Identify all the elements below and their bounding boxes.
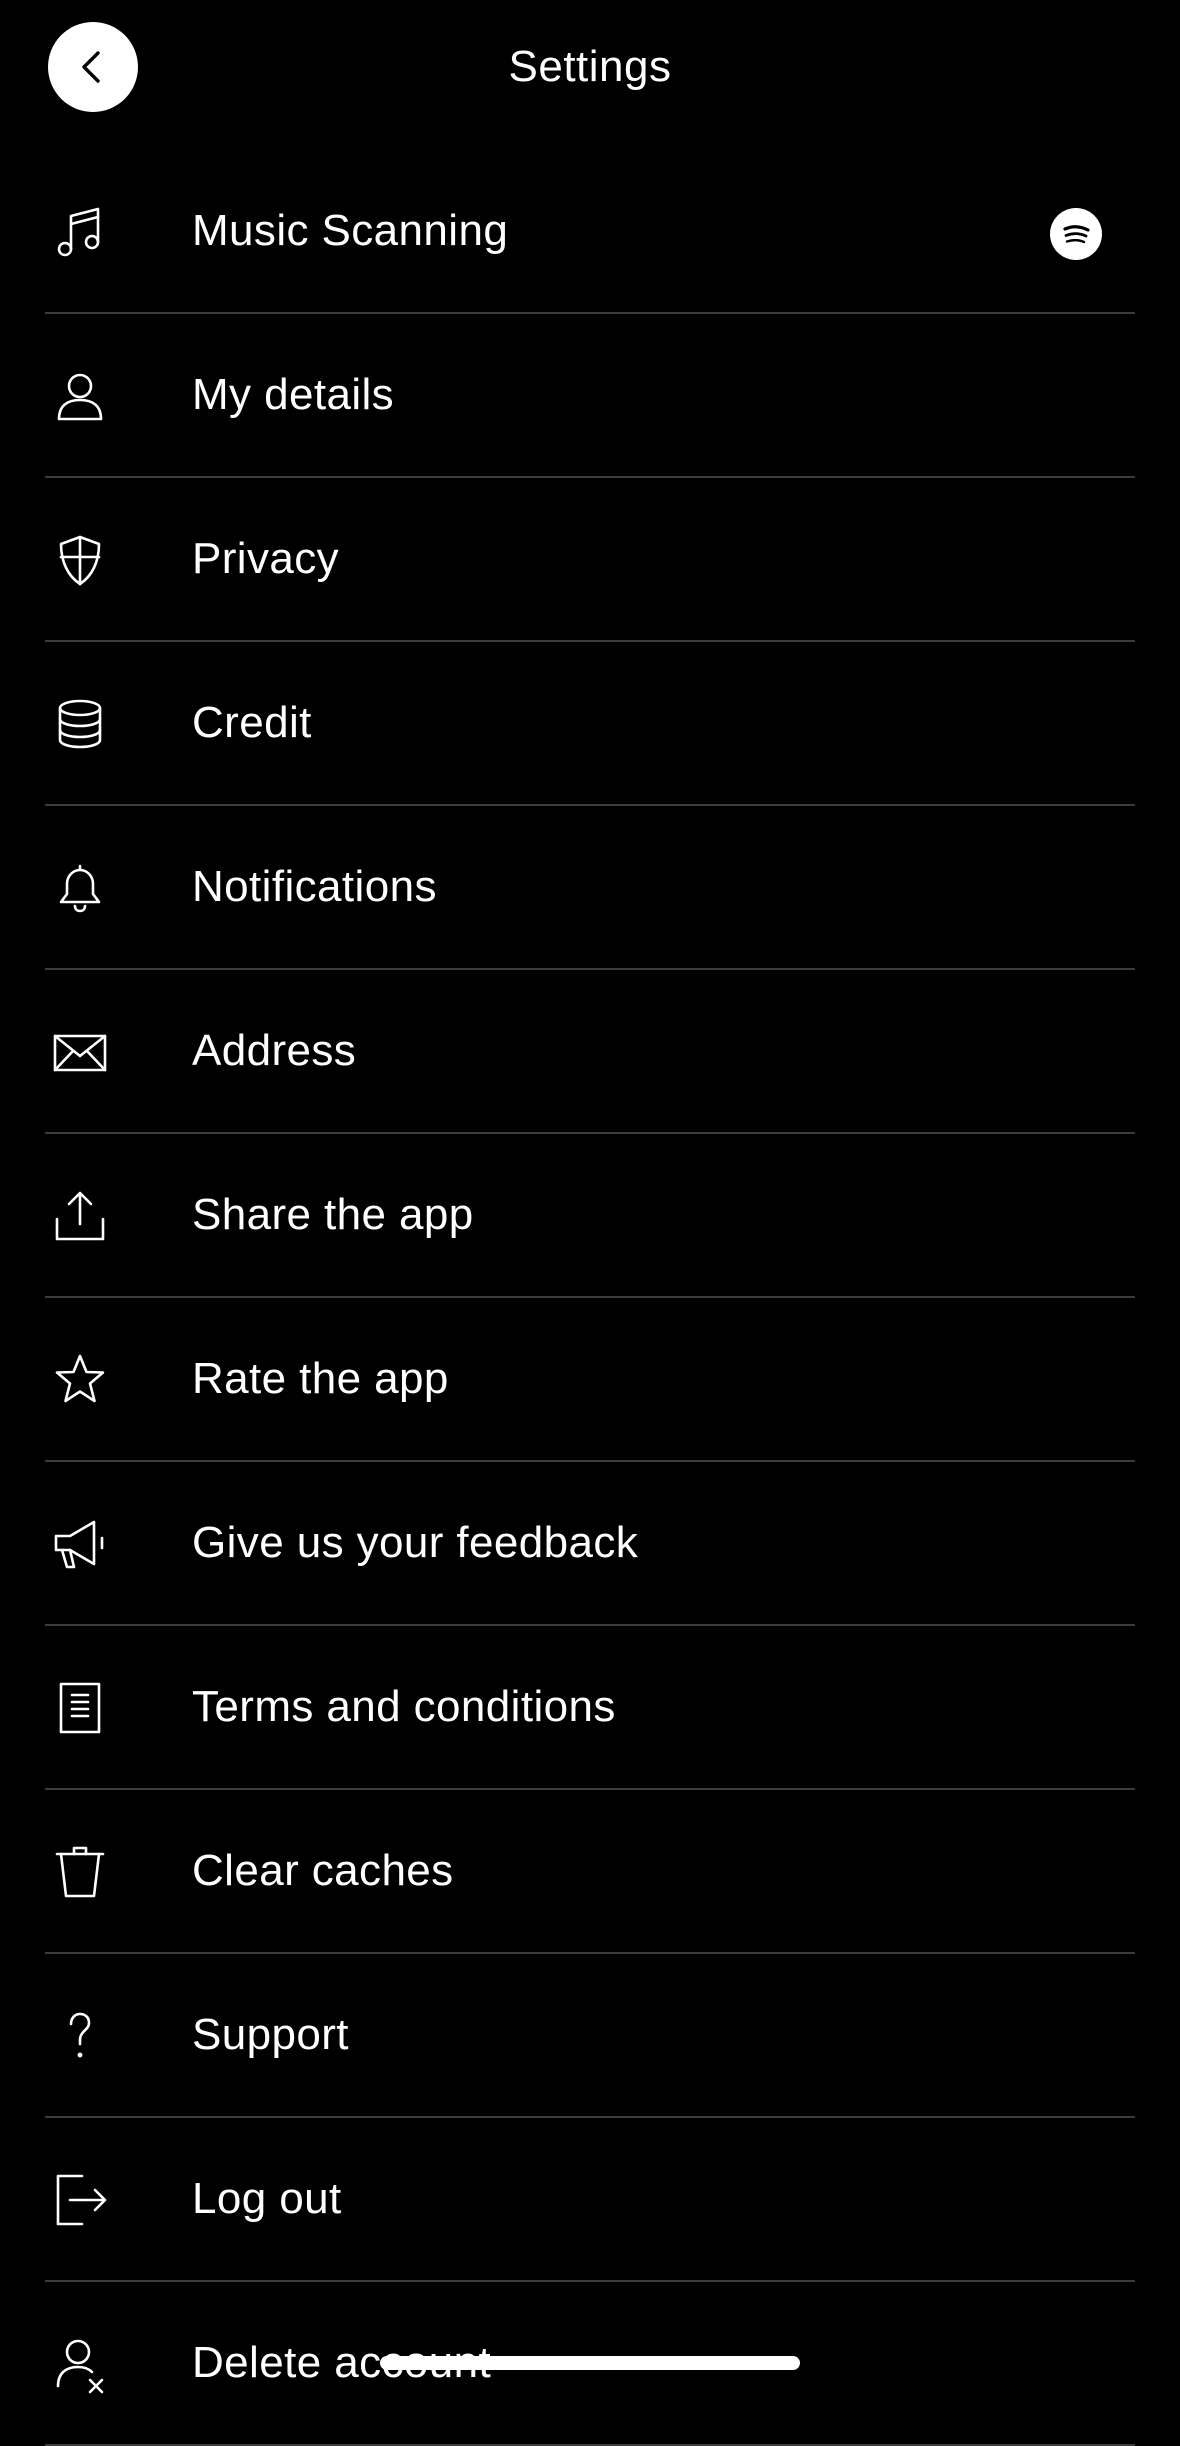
menu-item-label: Rate the app bbox=[192, 1354, 449, 1403]
menu-item-credit[interactable]: Credit bbox=[0, 642, 1180, 806]
menu-item-label: Credit bbox=[192, 698, 312, 747]
settings-menu: Music Scanning My details Privacy Credit… bbox=[0, 150, 1180, 2446]
menu-item-label: Notifications bbox=[192, 862, 437, 911]
shield-icon bbox=[50, 530, 110, 590]
user-remove-icon bbox=[50, 2334, 110, 2394]
user-icon bbox=[50, 366, 110, 426]
menu-item-label: Clear caches bbox=[192, 1846, 454, 1895]
question-icon bbox=[50, 2006, 110, 2066]
page-title: Settings bbox=[508, 42, 672, 91]
logout-icon bbox=[50, 2170, 110, 2230]
menu-item-music-scanning[interactable]: Music Scanning bbox=[0, 150, 1180, 314]
menu-item-label: Give us your feedback bbox=[192, 1518, 639, 1567]
menu-item-rate-the-app[interactable]: Rate the app bbox=[0, 1298, 1180, 1462]
trash-icon bbox=[50, 1842, 110, 1902]
header: Settings bbox=[0, 0, 1180, 136]
menu-item-log-out[interactable]: Log out bbox=[0, 2118, 1180, 2282]
megaphone-icon bbox=[50, 1514, 110, 1574]
home-indicator[interactable] bbox=[380, 2356, 800, 2370]
coins-stack-icon bbox=[50, 694, 110, 754]
spotify-icon bbox=[1050, 208, 1102, 260]
document-icon bbox=[50, 1678, 110, 1738]
music-note-icon bbox=[50, 202, 110, 262]
menu-item-support[interactable]: Support bbox=[0, 1954, 1180, 2118]
menu-item-my-details[interactable]: My details bbox=[0, 314, 1180, 478]
share-icon bbox=[50, 1186, 110, 1246]
menu-item-notifications[interactable]: Notifications bbox=[0, 806, 1180, 970]
bell-icon bbox=[50, 858, 110, 918]
menu-item-label: Privacy bbox=[192, 534, 340, 583]
menu-item-clear-caches[interactable]: Clear caches bbox=[0, 1790, 1180, 1954]
envelope-icon bbox=[50, 1022, 110, 1082]
menu-item-feedback[interactable]: Give us your feedback bbox=[0, 1462, 1180, 1626]
menu-item-privacy[interactable]: Privacy bbox=[0, 478, 1180, 642]
menu-item-label: Support bbox=[192, 2010, 349, 2059]
star-icon bbox=[50, 1350, 110, 1410]
menu-item-address[interactable]: Address bbox=[0, 970, 1180, 1134]
menu-item-terms-and-conditions[interactable]: Terms and conditions bbox=[0, 1626, 1180, 1790]
menu-item-label: Address bbox=[192, 1026, 357, 1075]
menu-item-label: Music Scanning bbox=[192, 206, 509, 255]
menu-item-label: Log out bbox=[192, 2174, 342, 2223]
menu-item-label: Terms and conditions bbox=[192, 1682, 616, 1731]
menu-item-label: Share the app bbox=[192, 1190, 474, 1239]
menu-item-label: My details bbox=[192, 370, 395, 419]
menu-item-share-the-app[interactable]: Share the app bbox=[0, 1134, 1180, 1298]
